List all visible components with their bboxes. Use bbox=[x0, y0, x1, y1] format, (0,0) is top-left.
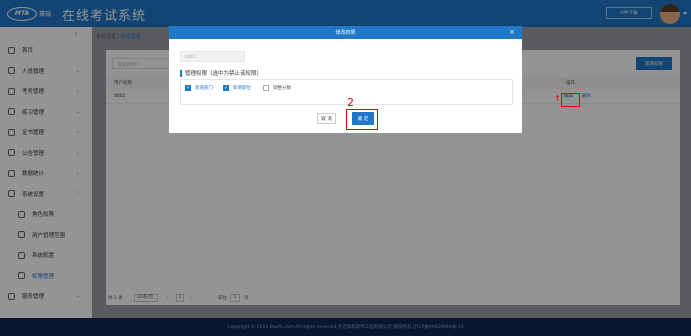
section-label-text: 管理权限（选中为禁止该权限） bbox=[185, 71, 263, 77]
checkbox-label: 调整分数 bbox=[273, 86, 291, 91]
checkbox-add-position[interactable]: ✓ 新增职位 bbox=[223, 85, 251, 91]
annotation-box-edit bbox=[561, 93, 580, 107]
cancel-button[interactable]: 取 消 bbox=[317, 113, 336, 124]
checkbox-checked-icon: ✓ bbox=[185, 85, 191, 91]
step-marker: 2 bbox=[347, 96, 354, 109]
modal-header: 修改权限 × bbox=[169, 26, 522, 39]
checkbox-label: 新增部门 bbox=[195, 86, 213, 91]
checkbox-add-department[interactable]: ✓ 新增部门 bbox=[185, 85, 213, 91]
modal-title: 修改权限 bbox=[335, 30, 356, 36]
annotation-box-confirm bbox=[346, 109, 378, 130]
arrow-up-icon: ↑ bbox=[554, 94, 561, 103]
checkbox-checked-icon: ✓ bbox=[223, 85, 229, 91]
section-bar bbox=[180, 69, 182, 77]
section-label: 管理权限（选中为禁止该权限） bbox=[180, 69, 262, 77]
user-field: 0001 bbox=[180, 51, 245, 62]
checkbox-label: 新增职位 bbox=[233, 86, 251, 91]
close-icon[interactable]: × bbox=[509, 28, 515, 36]
checkbox-unchecked-icon bbox=[263, 85, 269, 91]
checkbox-adjust-score[interactable]: 调整分数 bbox=[263, 85, 291, 91]
